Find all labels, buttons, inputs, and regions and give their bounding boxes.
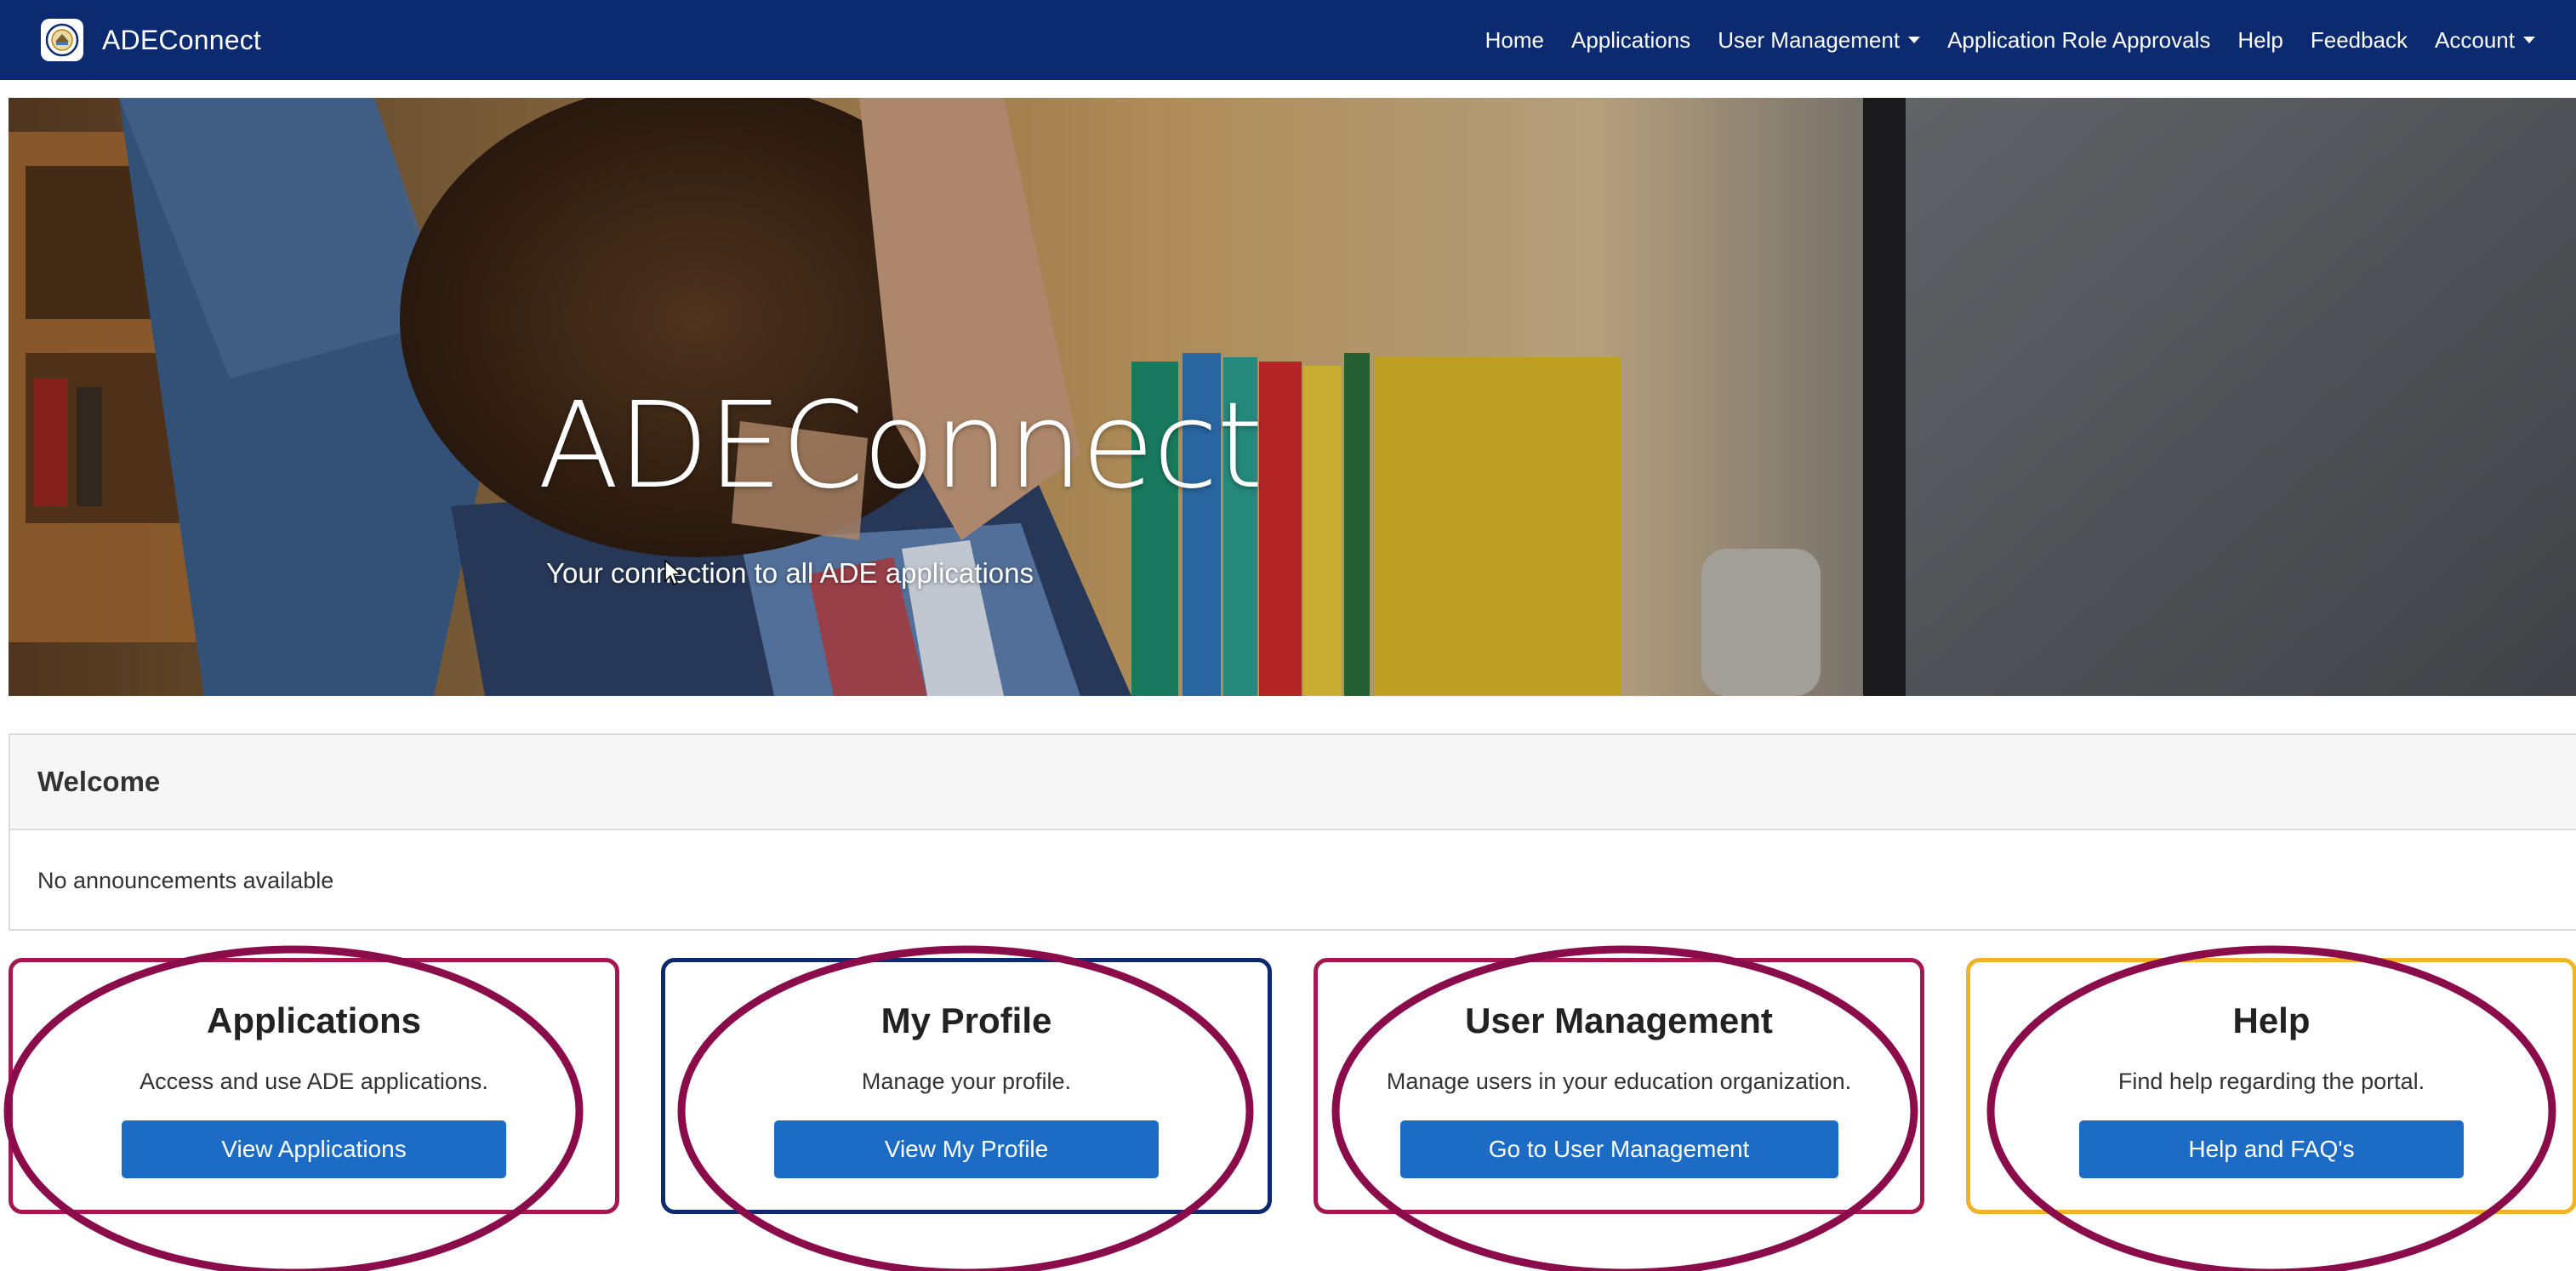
nav-home[interactable]: Home [1485,27,1544,54]
caret-down-icon [2523,37,2535,43]
card-title: Applications [206,1000,422,1040]
welcome-panel: Welcome No announcements available [9,733,2576,931]
card-title: My Profile [881,1000,1052,1040]
announcements-message: No announcements available [37,867,334,893]
nav-feedback[interactable]: Feedback [2311,27,2408,54]
my-profile-card: My Profile Manage your profile. View My … [661,958,1272,1214]
help-card: Help Find help regarding the portal. Hel… [1966,958,2576,1214]
nav-applications[interactable]: Applications [1571,27,1690,54]
card-description: Manage users in your education organizat… [1386,1069,1852,1094]
mouse-pointer-icon [664,559,682,586]
nav-application-role-approvals[interactable]: Application Role Approvals [1947,27,2210,54]
card-description: Find help regarding the portal. [2117,1069,2425,1094]
card-title: User Management [1465,1000,1773,1040]
nav-user-management-dropdown[interactable]: User Management [1718,26,1921,54]
state-seal-icon [41,19,83,61]
caret-down-icon [1908,37,1921,43]
card-title: Help [2232,1000,2311,1040]
hero-banner: ADEConnect Your connection to all ADE ap… [9,98,2576,696]
applications-card: Applications Access and use ADE applicat… [9,958,619,1214]
hero-title: ADEConnect [538,377,1263,516]
brand-name: ADEConnect [102,24,261,55]
brand-link[interactable]: ADEConnect [41,19,261,61]
nav-menu: Home Applications User Management Applic… [1485,27,2535,54]
hero-subtitle: Your connection to all ADE applications [546,557,1034,589]
go-to-user-management-button[interactable]: Go to User Management [1399,1120,1838,1178]
top-navbar: ADEConnect Home Applications User Manage… [0,0,2576,80]
nav-account-label: Account [2435,26,2515,53]
welcome-heading: Welcome [10,735,2576,830]
nav-help[interactable]: Help [2237,27,2282,54]
nav-user-management-label: User Management [1718,26,1901,53]
user-management-card: User Management Manage users in your edu… [1314,958,1924,1214]
hero-background-image [9,98,2576,696]
card-description: Access and use ADE applications. [140,1069,488,1094]
card-description: Manage your profile. [861,1069,1072,1094]
view-applications-button[interactable]: View Applications [122,1120,506,1178]
nav-account-dropdown[interactable]: Account [2435,27,2535,54]
help-and-faqs-button[interactable]: Help and FAQ's [2079,1120,2464,1178]
view-my-profile-button[interactable]: View My Profile [774,1120,1159,1178]
